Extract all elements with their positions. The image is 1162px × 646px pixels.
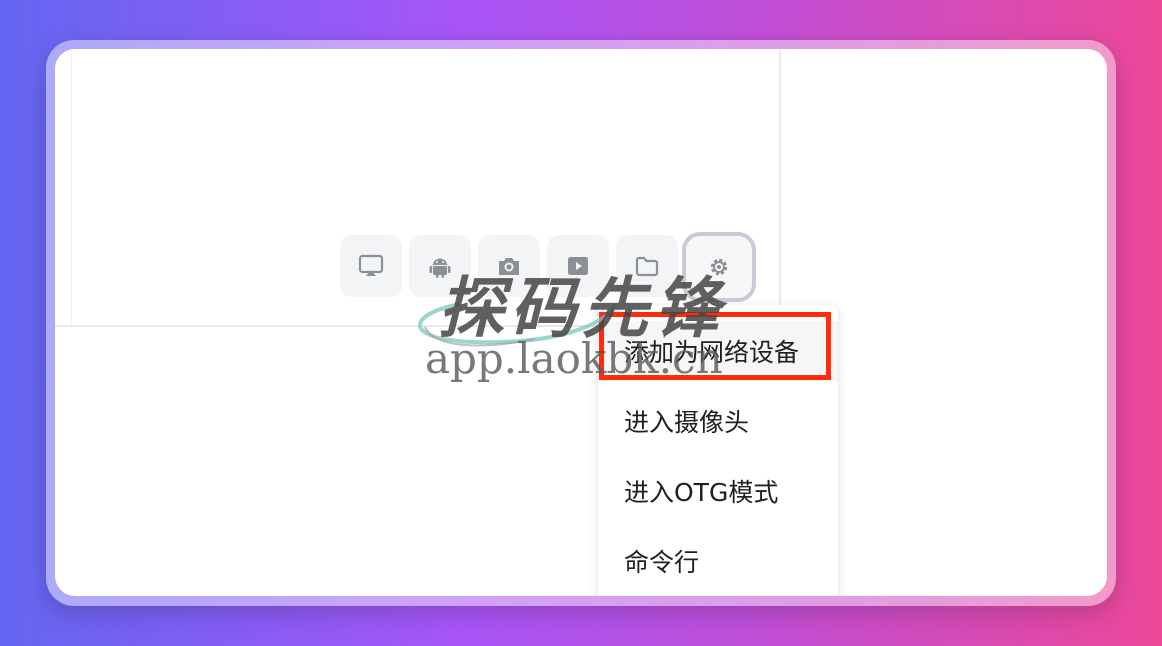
folder-icon	[635, 256, 659, 277]
files-button[interactable]	[616, 235, 678, 297]
settings-button[interactable]	[682, 232, 756, 302]
panel-edge	[71, 49, 72, 325]
record-button[interactable]	[547, 235, 609, 297]
menu-item-enter-camera[interactable]: 进入摄像头	[598, 391, 838, 451]
app-window: 添加为网络设备 进入摄像头 进入OTG模式 命令行 探码先锋 app.laokb…	[55, 49, 1107, 596]
gear-icon	[710, 258, 728, 276]
menu-item-enter-otg-mode[interactable]: 进入OTG模式	[598, 461, 838, 521]
android-button[interactable]	[409, 235, 471, 297]
camera-button[interactable]	[478, 235, 540, 297]
menu-item-command-line[interactable]: 命令行	[598, 531, 838, 591]
video-icon	[568, 257, 588, 275]
monitor-icon	[358, 254, 384, 276]
screen-mirror-button[interactable]	[340, 235, 402, 297]
camera-icon	[499, 258, 519, 275]
highlight-box	[599, 312, 831, 380]
android-icon	[429, 258, 451, 278]
